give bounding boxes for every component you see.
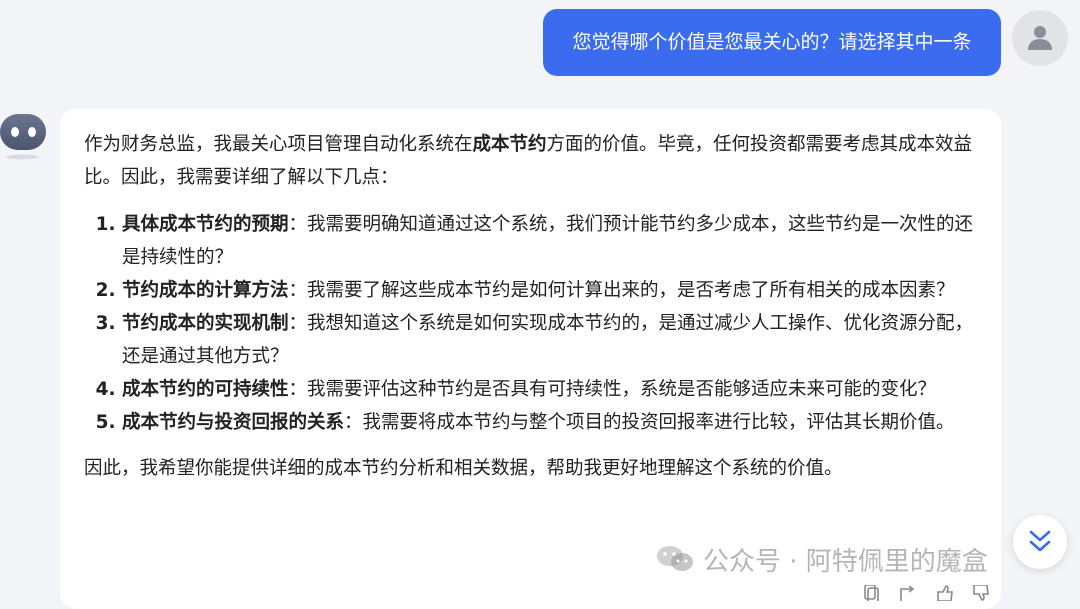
reply-intro: 作为财务总监，我最关心项目管理自动化系统在成本节约方面的价值。毕竟，任何投资都需… — [84, 134, 973, 188]
copy-icon[interactable] — [862, 584, 884, 603]
list-item: 成本节约与投资回报的关系：我需要将成本节约与整个项目的投资回报率进行比较，评估其… — [122, 406, 977, 439]
user-message-bubble: 您觉得哪个价值是您最关心的？请选择其中一条 — [543, 9, 1001, 76]
scroll-to-bottom-button[interactable] — [1013, 515, 1067, 569]
reply-outro: 因此，我希望你能提供详细的成本节约分析和相关数据，帮助我更好地理解这个系统的价值… — [84, 458, 843, 479]
bot-icon — [0, 114, 46, 160]
bot-message-bubble: 作为财务总监，我最关心项目管理自动化系统在成本节约方面的价值。毕竟，任何投资都需… — [60, 109, 1001, 609]
user-message-text: 您觉得哪个价值是您最关心的？请选择其中一条 — [572, 31, 972, 53]
reply-points-list: 具体成本节约的预期：我需要明确知道通过这个系统，我们预计能节约多少成本，这些节约… — [84, 208, 977, 439]
share-icon[interactable] — [898, 585, 920, 601]
message-toolbar — [862, 584, 992, 603]
double-chevron-down-icon — [1029, 530, 1051, 552]
bot-avatar — [0, 110, 48, 162]
list-item: 节约成本的计算方法：我需要了解这些成本节约是如何计算出来的，是否考虑了所有相关的… — [122, 274, 977, 307]
thumbs-down-icon[interactable] — [970, 584, 992, 601]
intro-highlight: 成本节约 — [472, 134, 547, 155]
thumbs-up-icon[interactable] — [934, 585, 956, 602]
list-item: 节约成本的实现机制：我想知道这个系统是如何实现成本节约的，是通过减少人工操作、优… — [122, 307, 977, 373]
user-avatar[interactable] — [1012, 10, 1068, 66]
list-item: 具体成本节约的预期：我需要明确知道通过这个系统，我们预计能节约多少成本，这些节约… — [122, 208, 977, 274]
user-icon — [1028, 26, 1052, 50]
list-item: 成本节约的可持续性：我需要评估这种节约是否具有可持续性，系统是否能够适应未来可能… — [122, 373, 977, 406]
